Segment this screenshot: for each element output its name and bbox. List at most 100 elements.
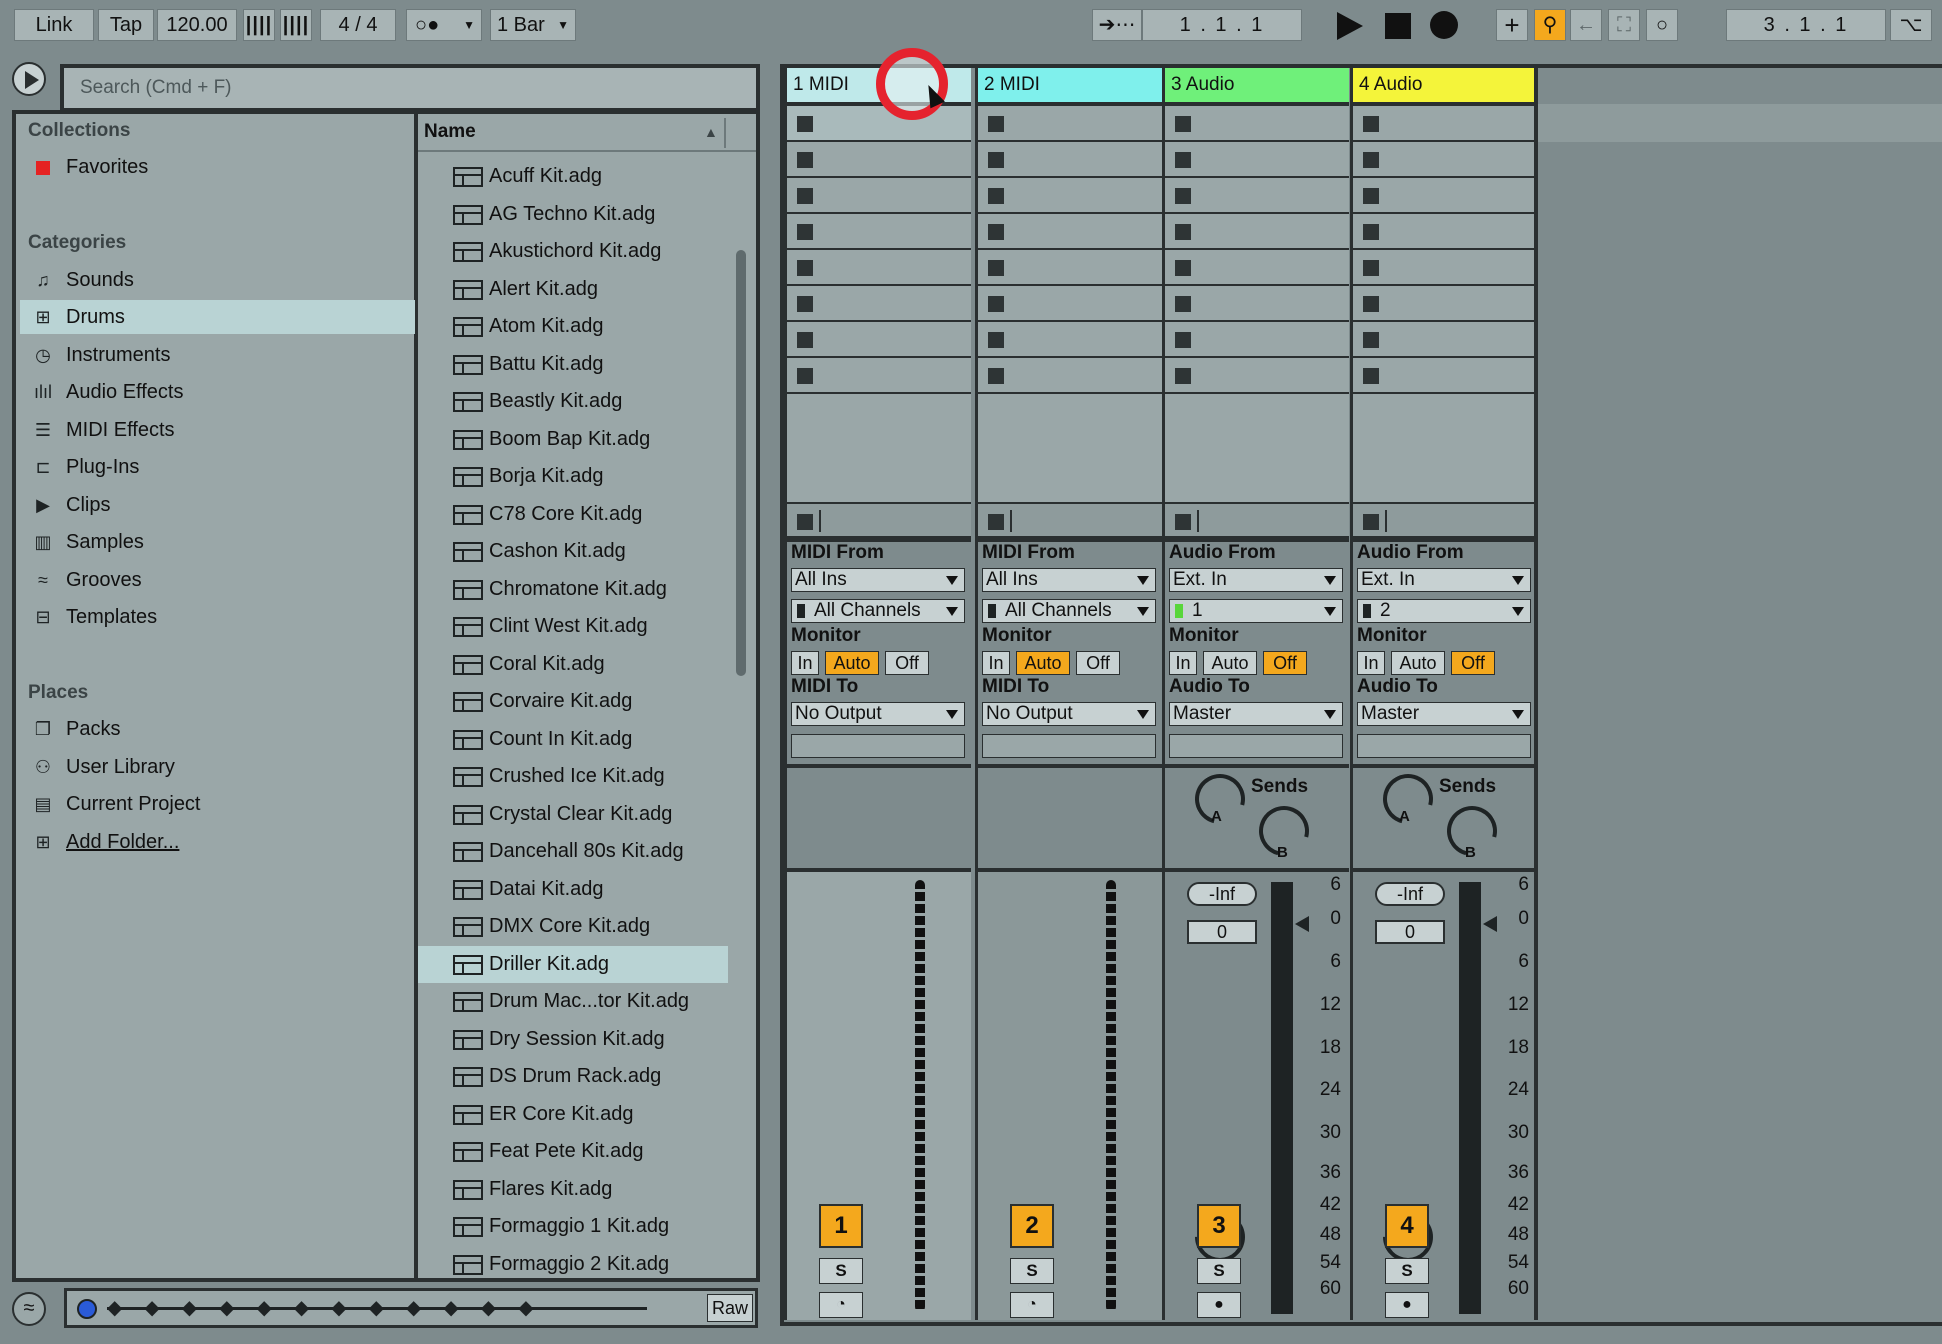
volume-field[interactable]: -Inf xyxy=(1375,882,1445,906)
empty-clip-area[interactable] xyxy=(1353,394,1537,504)
track-activator-button[interactable]: 3 xyxy=(1197,1204,1241,1248)
clip-slot[interactable] xyxy=(978,358,1162,394)
stop-clips-slot[interactable] xyxy=(1165,504,1349,538)
monitor-auto-button[interactable]: Auto xyxy=(825,651,879,675)
monitor-in-button[interactable]: In xyxy=(982,651,1010,675)
output-dropdown[interactable]: No Output xyxy=(982,702,1156,726)
clip-slot[interactable] xyxy=(1353,142,1537,178)
output-channel-field[interactable] xyxy=(982,734,1156,758)
file-item[interactable]: Dry Session Kit.adg xyxy=(418,1021,728,1059)
clip-slot[interactable] xyxy=(1353,322,1537,358)
clip-slot[interactable] xyxy=(1353,250,1537,286)
level-meter[interactable] xyxy=(1459,882,1481,1314)
clip-slot[interactable] xyxy=(978,286,1162,322)
output-dropdown[interactable]: No Output xyxy=(791,702,965,726)
file-item[interactable]: Drum Mac...tor Kit.adg xyxy=(418,983,728,1021)
file-item[interactable]: Flares Kit.adg xyxy=(418,1171,728,1209)
clip-slot[interactable] xyxy=(1165,358,1349,394)
pan-field[interactable]: 0 xyxy=(1375,920,1445,944)
search-input[interactable]: Search (Cmd + F) xyxy=(60,64,760,112)
monitor-off-button[interactable]: Off xyxy=(1451,651,1495,675)
file-item[interactable]: Acuff Kit.adg xyxy=(418,158,728,196)
clip-slot[interactable] xyxy=(1165,250,1349,286)
track-activator-button[interactable]: 1 xyxy=(819,1204,863,1248)
clip-slot[interactable] xyxy=(787,142,971,178)
time-signature-field[interactable]: 4 / 4 xyxy=(320,9,396,41)
clip-slot[interactable] xyxy=(787,322,971,358)
arrangement-position-field[interactable]: 1 . 1 . 1 xyxy=(1142,9,1302,41)
capture-icon[interactable]: ⛶ xyxy=(1608,9,1640,41)
monitor-in-button[interactable]: In xyxy=(1169,651,1197,675)
loop-position-field[interactable]: 3 . 1 . 1 xyxy=(1726,9,1886,41)
input-type-dropdown[interactable]: Ext. In xyxy=(1357,568,1531,592)
stop-clips-slot[interactable] xyxy=(1353,504,1537,538)
arm-record-icon[interactable]: ● xyxy=(1197,1292,1241,1318)
file-list-scrollbar[interactable] xyxy=(736,250,746,676)
collection-favorites[interactable]: Favorites xyxy=(20,150,415,184)
clip-slot[interactable] xyxy=(787,106,971,142)
overdub-icon[interactable]: + xyxy=(1496,9,1528,41)
nudge-down-icon[interactable]: |||| xyxy=(243,9,275,41)
category-drums[interactable]: ⊞ Drums xyxy=(20,300,415,334)
track-activator-button[interactable]: 2 xyxy=(1010,1204,1054,1248)
input-type-dropdown[interactable]: All Ins xyxy=(791,568,965,592)
category-plug-ins[interactable]: ⊏ Plug-Ins xyxy=(20,450,415,484)
link-button[interactable]: Link xyxy=(14,9,94,41)
arm-midi-icon[interactable]: ◔ xyxy=(819,1292,863,1318)
clip-slot[interactable] xyxy=(787,178,971,214)
headphones-icon[interactable] xyxy=(77,1299,97,1319)
input-channel-dropdown[interactable]: All Channels xyxy=(982,599,1156,623)
file-item[interactable]: Akustichord Kit.adg xyxy=(418,233,728,271)
category-templates[interactable]: ⊟ Templates xyxy=(20,600,415,634)
category-clips[interactable]: ▶ Clips xyxy=(20,488,415,522)
file-item[interactable]: Crystal Clear Kit.adg xyxy=(418,796,728,834)
category-midi-effects[interactable]: ☰ MIDI Effects xyxy=(20,413,415,447)
monitor-auto-button[interactable]: Auto xyxy=(1016,651,1070,675)
arm-record-icon[interactable]: ● xyxy=(1385,1292,1429,1318)
groove-pool-icon[interactable]: ≈ xyxy=(12,1292,46,1326)
input-type-dropdown[interactable]: All Ins xyxy=(982,568,1156,592)
monitor-auto-button[interactable]: Auto xyxy=(1203,651,1257,675)
empty-clip-area[interactable] xyxy=(1165,394,1349,504)
monitor-off-button[interactable]: Off xyxy=(1263,651,1307,675)
file-item[interactable]: Driller Kit.adg xyxy=(418,945,728,983)
file-item[interactable]: Alert Kit.adg xyxy=(418,271,728,309)
metronome-dropdown[interactable]: ○● ▼ xyxy=(406,9,482,41)
session-record-icon[interactable]: ○ xyxy=(1646,9,1678,41)
level-meter[interactable] xyxy=(1271,882,1293,1314)
clip-slot[interactable] xyxy=(1165,286,1349,322)
name-column-header[interactable]: Name ▲ xyxy=(418,114,756,152)
track-title[interactable]: 2 MIDI xyxy=(978,68,1162,102)
clip-slot[interactable] xyxy=(1165,106,1349,142)
clip-slot[interactable] xyxy=(1353,358,1537,394)
file-item[interactable]: Count In Kit.adg xyxy=(418,721,728,759)
file-item[interactable]: DMX Core Kit.adg xyxy=(418,908,728,946)
stop-icon[interactable] xyxy=(1385,13,1411,39)
arm-midi-icon[interactable]: ◔ xyxy=(1010,1292,1054,1318)
record-icon[interactable] xyxy=(1430,11,1458,39)
category-sounds[interactable]: ♫ Sounds xyxy=(20,263,415,297)
file-item[interactable]: Borja Kit.adg xyxy=(418,458,728,496)
back-to-arrangement-icon[interactable]: ← xyxy=(1570,9,1602,41)
raw-button[interactable]: Raw xyxy=(707,1294,753,1322)
stop-clips-slot[interactable] xyxy=(978,504,1162,538)
monitor-in-button[interactable]: In xyxy=(1357,651,1385,675)
clip-slot[interactable] xyxy=(978,142,1162,178)
quantize-dropdown[interactable]: 1 Bar ▼ xyxy=(490,9,576,41)
clip-slot[interactable] xyxy=(787,250,971,286)
loop-switch-icon[interactable]: ⌥ xyxy=(1890,9,1932,41)
clip-slot[interactable] xyxy=(1353,106,1537,142)
add-folder-link[interactable]: ⊞ Add Folder... xyxy=(20,825,415,859)
file-item[interactable]: Formaggio 1 Kit.adg xyxy=(418,1208,728,1246)
solo-button[interactable]: S xyxy=(1385,1258,1429,1284)
output-channel-field[interactable] xyxy=(1169,734,1343,758)
clip-slot[interactable] xyxy=(787,286,971,322)
file-item[interactable]: Corvaire Kit.adg xyxy=(418,683,728,721)
monitor-in-button[interactable]: In xyxy=(791,651,819,675)
place-packs[interactable]: ❐ Packs xyxy=(20,712,415,746)
preview-waveform[interactable]: ◆◆◆◆◆◆◆◆◆◆◆◆ Raw xyxy=(64,1288,758,1328)
input-channel-dropdown[interactable]: 2 xyxy=(1357,599,1531,623)
nudge-up-icon[interactable]: |||| xyxy=(280,9,312,41)
clip-slot[interactable] xyxy=(978,178,1162,214)
file-item[interactable]: Cashon Kit.adg xyxy=(418,533,728,571)
